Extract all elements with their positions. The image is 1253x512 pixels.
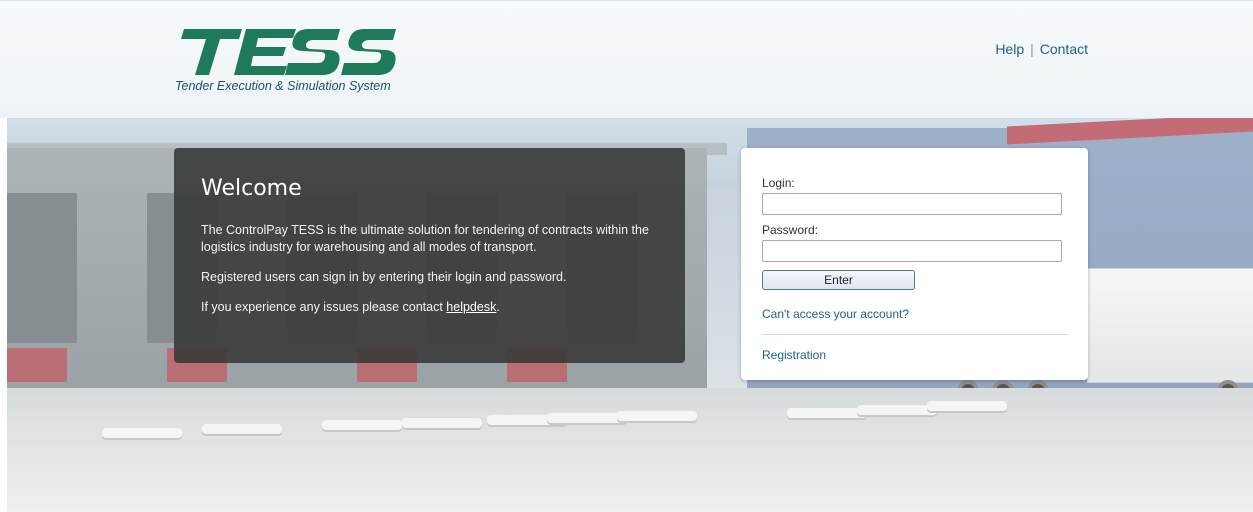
contact-link[interactable]: Contact — [1040, 41, 1088, 57]
login-panel: Login: Password: Enter Can't access your… — [741, 148, 1088, 380]
page-header: TESS Tender Execution & Simulation Syste… — [0, 0, 1253, 118]
support-text: If you experience any issues please cont… — [201, 300, 447, 314]
logo-wordmark: TESS — [170, 79, 171, 80]
helpdesk-link[interactable]: helpdesk — [446, 300, 496, 314]
registration-link[interactable]: Registration — [762, 348, 1068, 362]
login-divider — [762, 334, 1068, 335]
link-separator: | — [1030, 41, 1034, 57]
cant-access-account-link[interactable]: Can't access your account? — [762, 307, 1068, 321]
welcome-description: The ControlPay TESS is the ultimate solu… — [201, 223, 649, 254]
password-input[interactable] — [762, 240, 1062, 262]
enter-button[interactable]: Enter — [762, 270, 915, 290]
welcome-title: Welcome — [201, 176, 302, 201]
header-links: Help | Contact — [995, 41, 1088, 57]
help-link[interactable]: Help — [995, 41, 1024, 57]
login-input[interactable] — [762, 193, 1062, 215]
support-text-end: . — [496, 300, 500, 314]
welcome-panel: Welcome The ControlPay TESS is the ultim… — [174, 148, 685, 363]
welcome-support-info: If you experience any issues please cont… — [201, 299, 658, 316]
login-label: Login: — [762, 176, 795, 190]
welcome-signin-info: Registered users can sign in by entering… — [201, 270, 567, 284]
logo-subtitle: Tender Execution & Simulation System — [175, 79, 391, 93]
tess-logo[interactable]: TESS Tender Execution & Simulation Syste… — [170, 23, 410, 103]
password-label: Password: — [762, 223, 819, 237]
